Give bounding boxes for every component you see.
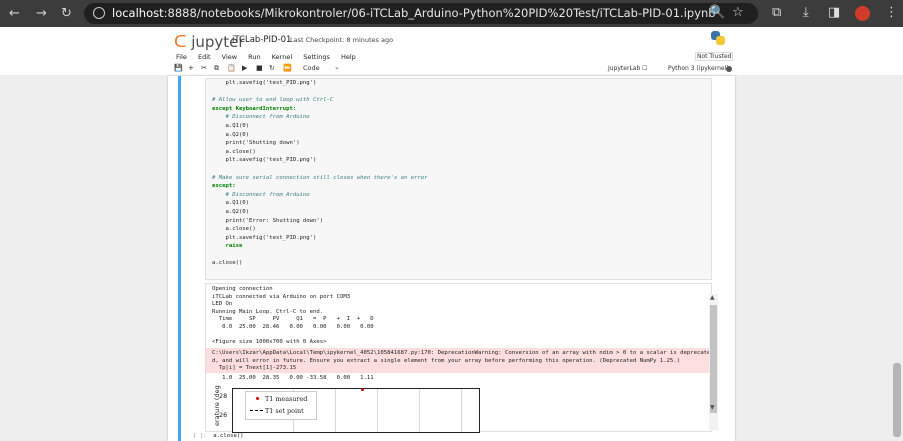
python-logo-icon: [711, 31, 725, 45]
next-code-cell[interactable]: [ ]: a.close(): [193, 433, 244, 439]
menu-bar: File Edit View Run Kernel Settings Help: [176, 53, 365, 61]
menu-view[interactable]: View: [222, 53, 237, 61]
warning-text: C:\Users\Ikzar\AppData\Local\Temp\ipyker…: [212, 350, 711, 372]
code-line: a.Q2(0): [212, 208, 250, 215]
code-line: except:: [212, 183, 236, 190]
forward-icon[interactable]: →: [36, 5, 47, 22]
url-text[interactable]: localhost:8888/notebooks/Mikrokontroler/…: [112, 6, 716, 20]
notebook-toolbar: 💾 + ✂ ⧉ 📋 ▶ ■ ↻ ⏩ Code ⌄ JupyterLab ☐ Py…: [170, 63, 903, 75]
plot-legend: T1 measured T1 set point: [245, 391, 317, 420]
code-line: plt.savefig('test_PID.png'): [212, 234, 317, 241]
chrome-menu-icon[interactable]: ⋮: [885, 5, 898, 20]
code-line: print('Shutting down'): [212, 140, 300, 147]
menu-run[interactable]: Run: [248, 53, 260, 61]
code-line: a.close(): [212, 226, 256, 233]
stop-icon[interactable]: ■: [256, 64, 263, 72]
output-row: 1.0 25.00 28.35 0.00 -33.58 0.00 1.11: [212, 375, 374, 381]
code-line: print('Error: Shutting down'): [212, 217, 324, 224]
menu-settings[interactable]: Settings: [303, 53, 330, 61]
selected-cell-indicator: [178, 76, 181, 441]
run-icon[interactable]: ▶: [242, 64, 247, 72]
code-line: # Allow user to end loop with Ctrl-C: [212, 97, 334, 104]
menu-help[interactable]: Help: [341, 53, 356, 61]
menu-edit[interactable]: Edit: [198, 53, 211, 61]
cut-icon[interactable]: ✂: [201, 64, 207, 72]
y-axis-label: erature (deg: [213, 385, 221, 426]
cell-prompt: [ ]:: [193, 433, 207, 439]
reload-icon[interactable]: ↻: [61, 5, 72, 22]
save-icon[interactable]: 💾: [174, 64, 183, 72]
code-line: a.close(): [212, 148, 256, 155]
bookmark-star-icon[interactable]: ☆: [732, 5, 744, 20]
scroll-up-icon[interactable]: ▲: [710, 294, 715, 301]
code-line: raise: [212, 243, 243, 250]
output-text: Opening connection iTCLab connected via A…: [212, 286, 374, 347]
page-scrollbar[interactable]: [893, 363, 901, 437]
site-info-icon[interactable]: [93, 7, 105, 19]
code-line: a.Q1(0): [212, 200, 250, 207]
code-line: # Disconnect from Arduino: [212, 114, 310, 121]
scroll-down-icon[interactable]: ▼: [710, 404, 715, 411]
code-line: a.Q2(0): [212, 131, 250, 138]
chevron-down-icon[interactable]: ⌄: [334, 63, 340, 71]
output-line: Opening connection: [212, 286, 273, 292]
next-cell-code[interactable]: a.close(): [213, 433, 243, 439]
output-line: Running Main Loop. Ctrl-C to end.: [212, 308, 324, 315]
code-cell-editor[interactable]: plt.savefig('test_PID.png') # Allow user …: [205, 78, 712, 280]
output-line: LED On: [212, 301, 233, 308]
output-line: Time SP PV Q1 = P + I + D: [212, 316, 374, 323]
menu-file[interactable]: File: [176, 53, 187, 61]
notebook-name[interactable]: iTCLab-PID-01: [232, 35, 291, 45]
code-line: plt.savefig('test_PID.png'): [212, 157, 317, 164]
trust-indicator[interactable]: Not Trusted: [695, 52, 734, 61]
output-line: iTCLab connected via Arduino on port COM…: [212, 293, 351, 300]
code-line: a.Q1(0): [212, 122, 250, 129]
code-line: # Make sure serial connection still clos…: [212, 174, 428, 181]
output-line: <Figure size 1000x700 with 0 Axes>: [212, 339, 327, 346]
checkpoint-status: Last Checkpoint: 8 minutes ago: [290, 36, 394, 44]
jupyterlab-link[interactable]: JupyterLab ☐: [608, 65, 648, 72]
legend-measured: T1 measured: [265, 395, 308, 403]
add-cell-icon[interactable]: +: [188, 64, 194, 72]
measured-point: [361, 388, 364, 391]
extensions-icon[interactable]: ⧉: [772, 5, 781, 20]
paste-icon[interactable]: 📋: [227, 64, 236, 72]
cell-type-select[interactable]: Code: [303, 64, 320, 72]
zoom-icon[interactable]: 🔍: [709, 5, 725, 20]
code-line: # Disconnect from Arduino: [212, 191, 310, 198]
code-line: plt.savefig('test_PID.png'): [212, 80, 317, 86]
scroll-thumb[interactable]: [710, 305, 717, 413]
side-panel-icon[interactable]: ◨: [828, 5, 840, 20]
output-scrollbar[interactable]: ▲ ▼: [709, 294, 718, 430]
download-icon[interactable]: ⤓: [803, 5, 809, 20]
code-line: except KeyboardInterrupt:: [212, 105, 297, 112]
legend-setpoint: T1 set point: [265, 407, 304, 415]
jupyter-logo-icon: ᑕ: [174, 32, 187, 52]
restart-icon[interactable]: ↻: [269, 64, 275, 72]
back-icon[interactable]: ←: [9, 5, 20, 22]
menu-kernel[interactable]: Kernel: [272, 53, 292, 61]
kernel-name[interactable]: Python 3 (ipykernel): [668, 65, 729, 72]
copy-icon[interactable]: ⧉: [214, 64, 219, 73]
run-all-icon[interactable]: ⏩: [283, 64, 292, 72]
profile-avatar[interactable]: [855, 6, 870, 21]
kernel-status-icon: [726, 66, 732, 72]
browser-toolbar: ← → ↻ localhost:8888/notebooks/Mikrokont…: [0, 0, 903, 27]
code-line: a.close(): [212, 260, 243, 267]
address-bar[interactable]: localhost:8888/notebooks/Mikrokontroler/…: [84, 3, 758, 24]
output-line: 0.0 25.00 28.46 0.00 0.00 0.00 0.00: [212, 323, 374, 330]
